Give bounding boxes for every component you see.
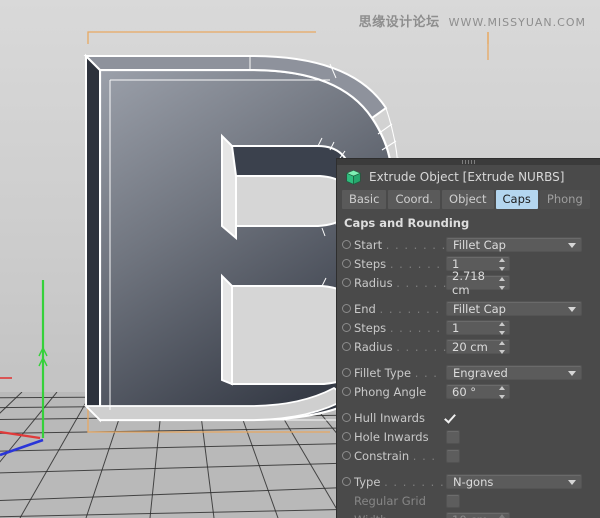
- keyframe-dot-icon[interactable]: [342, 477, 351, 486]
- keyframe-dot-icon[interactable]: [342, 451, 351, 460]
- chevron-down-icon: [568, 307, 576, 312]
- label-hole_inwards: Hole Inwards: [354, 430, 446, 444]
- label-end_steps: Steps . . . . . . .: [354, 321, 446, 335]
- label-type: Type . . . . . . . .: [354, 475, 446, 489]
- stepper-end_radius[interactable]: [498, 341, 505, 354]
- keyframe-dot-icon[interactable]: [342, 240, 351, 249]
- extrude-nurbs-cube-icon: [345, 169, 362, 186]
- keyframe-dot-icon[interactable]: [342, 323, 351, 332]
- row-constrain: Constrain . . .: [337, 446, 600, 465]
- number-field-phong_angle[interactable]: 60 °: [446, 384, 510, 399]
- attribute-manager-panel: Extrude Object [Extrude NURBS] BasicCoor…: [336, 158, 600, 518]
- panel-tabs: BasicCoord.ObjectCapsPhong: [337, 189, 600, 212]
- combo-start[interactable]: Fillet Cap: [446, 237, 582, 252]
- row-hull_inwards: Hull Inwards: [337, 408, 600, 427]
- chevron-down-icon: [568, 371, 576, 376]
- number-field-width[interactable]: 10 cm: [446, 512, 510, 518]
- row-width: Width . . . . . .10 cm: [337, 510, 600, 518]
- label-width: Width . . . . . .: [354, 513, 446, 518]
- label-end: End . . . . . . . .: [354, 302, 446, 316]
- label-constrain: Constrain . . .: [354, 449, 446, 463]
- checkbox-hull_inwards[interactable]: [446, 412, 458, 424]
- application-window: 思缘设计论坛 WWW.MISSYUAN.COM Extrude Object […: [0, 0, 600, 518]
- label-fillet_type: Fillet Type . . .: [354, 366, 446, 380]
- keyframe-dot-icon[interactable]: [342, 342, 351, 351]
- keyframe-dot-icon[interactable]: [342, 278, 351, 287]
- group-header: Caps and Rounding: [337, 212, 600, 234]
- number-field-start_radius[interactable]: 2.718 cm: [446, 275, 510, 290]
- row-regular_grid: Regular Grid: [337, 491, 600, 510]
- number-field-end_steps[interactable]: 1: [446, 320, 510, 335]
- row-end_radius: Radius . . . . . .20 cm: [337, 337, 600, 356]
- combo-end[interactable]: Fillet Cap: [446, 301, 582, 316]
- row-hole_inwards: Hole Inwards: [337, 427, 600, 446]
- watermark: 思缘设计论坛 WWW.MISSYUAN.COM: [359, 11, 586, 30]
- letter-b-lower-hole-left-wall: [222, 276, 232, 384]
- tab-object[interactable]: Object: [442, 190, 493, 209]
- stepper-phong_angle[interactable]: [498, 386, 505, 399]
- tab-caps[interactable]: Caps: [496, 190, 538, 209]
- tab-coord[interactable]: Coord.: [388, 190, 440, 209]
- letter-b-upper-hole-opening: [236, 176, 352, 226]
- row-end: End . . . . . . . .Fillet Cap: [337, 299, 600, 318]
- combo-fillet_type[interactable]: Engraved: [446, 365, 582, 380]
- panel-titlebar: Extrude Object [Extrude NURBS]: [337, 165, 600, 189]
- stepper-start_radius[interactable]: [498, 277, 505, 290]
- row-type: Type . . . . . . . .N-gons: [337, 472, 600, 491]
- keyframe-dot-icon[interactable]: [342, 432, 351, 441]
- chevron-down-icon: [568, 480, 576, 485]
- chevron-down-icon: [568, 243, 576, 248]
- row-start_radius: Radius . . . . . .2.718 cm: [337, 273, 600, 292]
- number-field-end_radius[interactable]: 20 cm: [446, 339, 510, 354]
- label-phong_angle: Phong Angle: [354, 385, 446, 399]
- checkbox-constrain[interactable]: [446, 449, 460, 463]
- keyframe-dot-icon[interactable]: [342, 368, 351, 377]
- row-phong_angle: Phong Angle60 °: [337, 382, 600, 401]
- checkbox-hole_inwards[interactable]: [446, 430, 460, 444]
- tab-basic[interactable]: Basic: [342, 190, 386, 209]
- label-start_radius: Radius . . . . . .: [354, 276, 446, 290]
- combo-type[interactable]: N-gons: [446, 474, 582, 489]
- row-end_steps: Steps . . . . . . .1: [337, 318, 600, 337]
- watermark-en: WWW.MISSYUAN.COM: [449, 16, 586, 29]
- stepper-end_steps[interactable]: [498, 322, 505, 335]
- label-start_steps: Steps . . . . . . .: [354, 257, 446, 271]
- stepper-width[interactable]: [498, 514, 505, 518]
- keyframe-dot-icon[interactable]: [342, 387, 351, 396]
- tab-phong[interactable]: Phong: [540, 190, 590, 209]
- panel-title: Extrude Object [Extrude NURBS]: [369, 170, 564, 184]
- panel-drag-handle[interactable]: [337, 159, 600, 165]
- keyframe-dot-icon[interactable]: [342, 304, 351, 313]
- stepper-start_steps[interactable]: [498, 258, 505, 271]
- keyframe-dot-icon[interactable]: [342, 413, 351, 422]
- row-fillet_type: Fillet Type . . .Engraved: [337, 363, 600, 382]
- attribute-rows: Start . . . . . . . .Fillet CapSteps . .…: [337, 234, 600, 518]
- label-hull_inwards: Hull Inwards: [354, 411, 446, 425]
- label-regular_grid: Regular Grid: [354, 494, 446, 508]
- letter-b-left-extrusion: [86, 56, 100, 420]
- checkbox-regular_grid[interactable]: [446, 494, 460, 508]
- row-start: Start . . . . . . . .Fillet Cap: [337, 235, 600, 254]
- watermark-cn: 思缘设计论坛: [359, 11, 440, 30]
- keyframe-dot-icon[interactable]: [342, 259, 351, 268]
- label-end_radius: Radius . . . . . .: [354, 340, 446, 354]
- label-start: Start . . . . . . . .: [354, 238, 446, 252]
